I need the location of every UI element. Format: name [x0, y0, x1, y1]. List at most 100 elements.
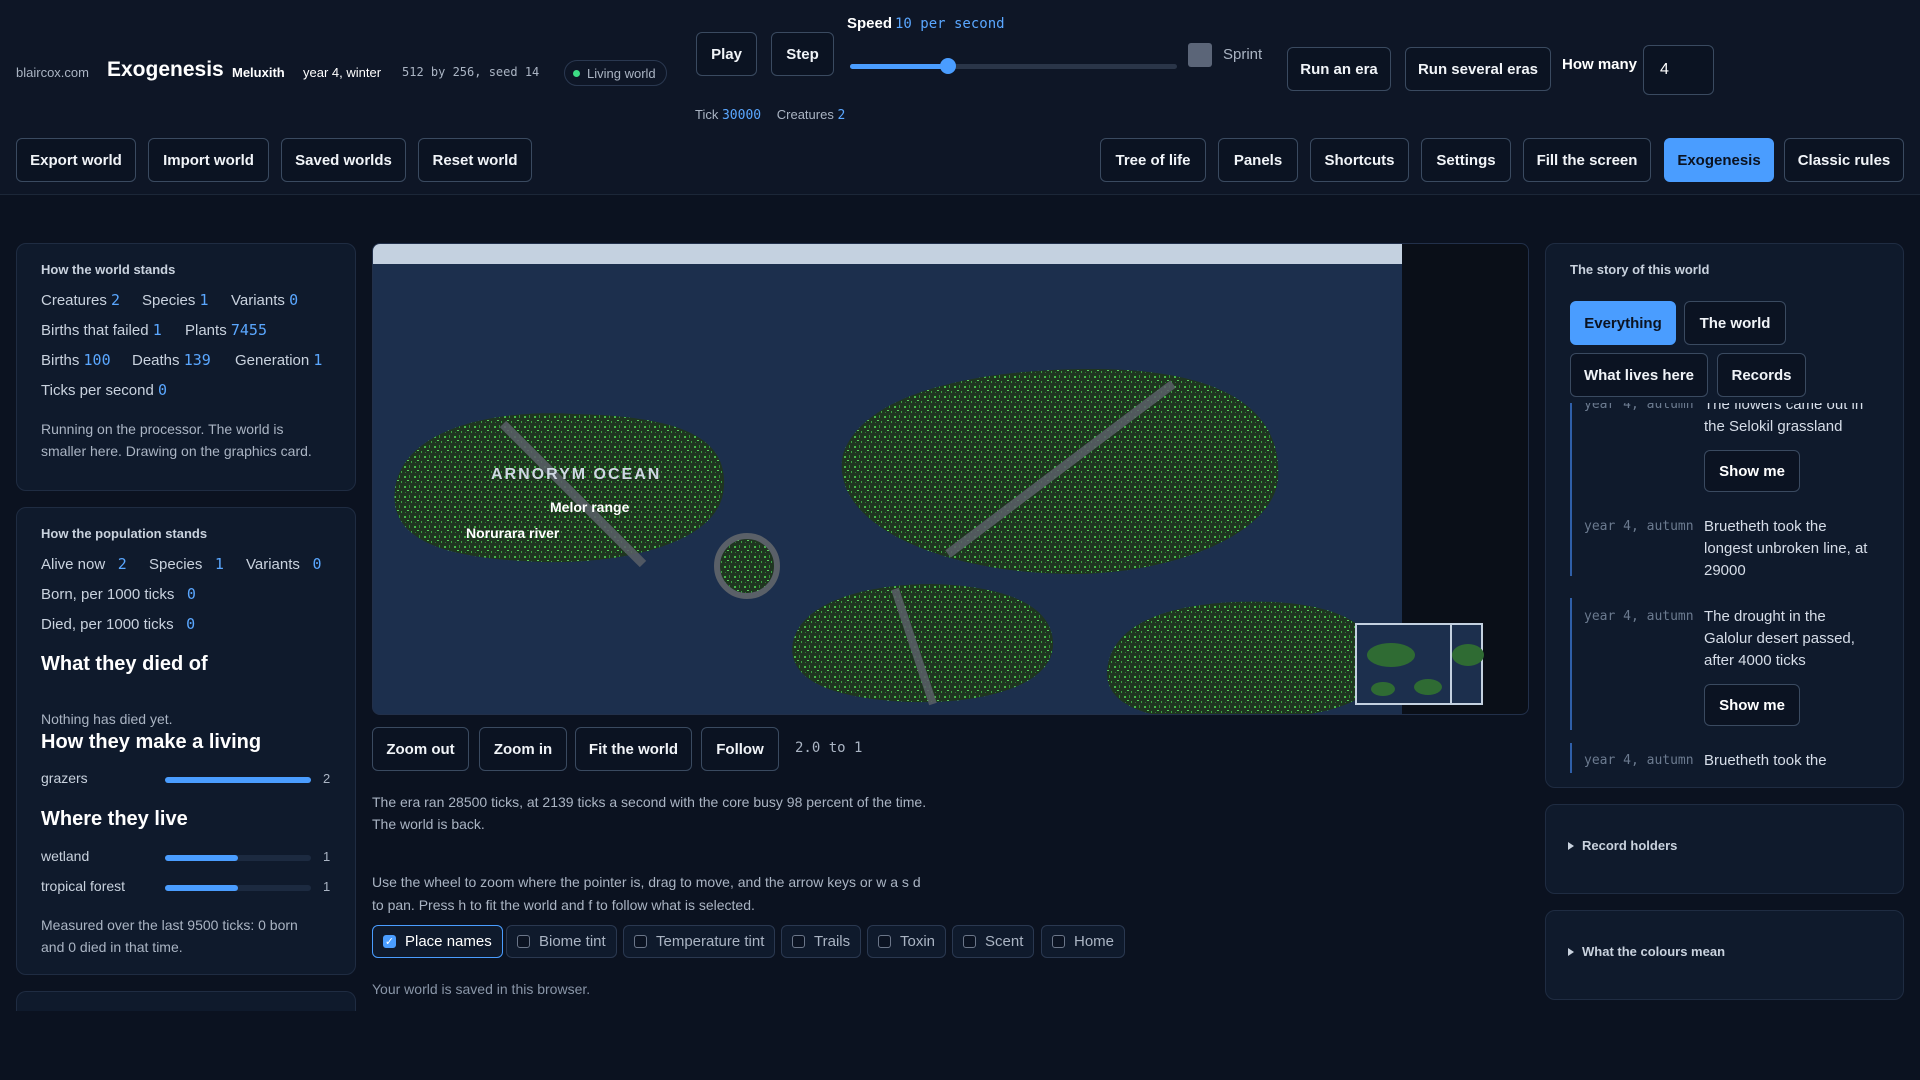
run-several-eras-button[interactable]: Run several eras: [1405, 47, 1551, 91]
settings-button[interactable]: Settings: [1421, 138, 1511, 182]
stat-variants: Variants 0: [231, 291, 299, 309]
exogenesis-rules-button[interactable]: Exogenesis: [1664, 138, 1774, 182]
population-panel: How the population stands Alive now 2 Sp…: [16, 507, 356, 975]
checkbox-icon[interactable]: [517, 935, 530, 948]
ocean-label: ARNORYM OCEAN: [491, 466, 662, 483]
colours-legend-label: What the colours mean: [1582, 944, 1726, 959]
toggle-scent[interactable]: Scent: [952, 925, 1035, 958]
play-button[interactable]: Play: [696, 32, 757, 76]
step-button[interactable]: Step: [771, 32, 834, 76]
stat-born-rate: Born, per 1000 ticks 0: [41, 585, 196, 603]
status-dot-icon: [573, 69, 580, 77]
died-of-text: Nothing has died yet.: [41, 711, 173, 727]
toggle-place-names[interactable]: ✓ Place names: [372, 925, 503, 958]
timeline-bar: [1570, 403, 1572, 511]
story-panel-title: The story of this world: [1570, 262, 1710, 277]
show-me-button[interactable]: Show me: [1704, 684, 1800, 726]
island-northeast: [841, 369, 1279, 574]
next-panel-edge: [16, 991, 356, 1011]
fit-world-button[interactable]: Fit the world: [575, 727, 692, 771]
stat-births-failed: Births that failed 1: [41, 321, 162, 339]
follow-button[interactable]: Follow: [701, 727, 779, 771]
minimap[interactable]: [1355, 623, 1484, 705]
saved-status: Your world is saved in this browser.: [372, 981, 591, 997]
toggle-temperature-tint[interactable]: Temperature tint: [623, 925, 776, 958]
toggle-biome-tint[interactable]: Biome tint: [506, 925, 617, 958]
timeline-bar: [1570, 743, 1572, 773]
zoom-in-button[interactable]: Zoom in: [479, 727, 567, 771]
saved-worlds-button[interactable]: Saved worlds: [281, 138, 406, 182]
story-entry-text: The drought in the Galolur desert passed,…: [1704, 608, 1855, 669]
help-text-line2: to pan. Press h to fit the world and f t…: [372, 897, 755, 913]
stat-plants: Plants 7455: [185, 321, 267, 339]
world-panel-title: How the world stands: [41, 262, 176, 277]
story-entry-text: The flowers came out in the Selokil grass…: [1704, 403, 1864, 435]
living-world-label: Living world: [587, 65, 656, 81]
tree-of-life-button[interactable]: Tree of life: [1100, 138, 1206, 182]
sprint-checkbox[interactable]: [1188, 43, 1212, 67]
checkbox-checked-icon[interactable]: ✓: [383, 935, 396, 948]
story-timeline[interactable]: year 4, autumn The flowers came out in th…: [1546, 403, 1886, 773]
colours-legend-panel: What the colours mean: [1545, 910, 1904, 1000]
story-entry-date: year 4, autumn: [1584, 609, 1694, 624]
checkbox-icon[interactable]: [878, 935, 891, 948]
checkbox-icon[interactable]: [1052, 935, 1065, 948]
where-bar-count-tropical: 1: [323, 879, 331, 894]
story-entry-text: Bruetheth took the: [1704, 752, 1827, 769]
where-bar-fill-wetland: [165, 855, 238, 861]
season-label: year 4, winter: [303, 65, 382, 80]
speed-slider-thumb[interactable]: [940, 58, 957, 74]
stat-generation: Generation 1: [235, 351, 323, 369]
export-world-button[interactable]: Export world: [16, 138, 136, 182]
reset-world-button[interactable]: Reset world: [418, 138, 532, 182]
disclosure-triangle-icon: [1568, 841, 1574, 850]
island-west: [394, 413, 725, 568]
toggle-toxin[interactable]: Toxin: [867, 925, 947, 958]
living-bar-label: grazers: [41, 770, 88, 786]
record-holders-panel: Record holders: [1545, 804, 1904, 894]
mountain-range-label: Melor range: [550, 499, 630, 515]
zoom-out-button[interactable]: Zoom out: [372, 727, 469, 771]
checkbox-icon[interactable]: [963, 935, 976, 948]
how-many-input[interactable]: 4: [1643, 45, 1714, 95]
tab-what-lives-here[interactable]: What lives here: [1570, 353, 1708, 397]
tab-records[interactable]: Records: [1717, 353, 1806, 397]
story-entry-date: year 4, autumn: [1584, 753, 1694, 768]
where-bar-label-tropical: tropical forest: [41, 878, 126, 894]
tick-label: Tick: [695, 107, 719, 122]
died-of-heading: What they died of: [41, 653, 208, 675]
speed-slider-fill: [850, 64, 949, 69]
islet: [714, 533, 780, 599]
panels-button[interactable]: Panels: [1218, 138, 1298, 182]
tab-the-world[interactable]: The world: [1684, 301, 1786, 345]
toggle-trails[interactable]: Trails: [781, 925, 862, 958]
classic-rules-button[interactable]: Classic rules: [1784, 138, 1904, 182]
import-world-button[interactable]: Import world: [148, 138, 269, 182]
toggle-home[interactable]: Home: [1041, 925, 1126, 958]
living-heading: How they make a living: [41, 731, 262, 753]
stat-deaths: Deaths 139: [132, 351, 211, 369]
processor-note-line1: Running on the processor. The world is: [41, 421, 284, 437]
stat-species: Species 1: [142, 291, 209, 309]
shortcuts-button[interactable]: Shortcuts: [1310, 138, 1409, 182]
zoom-ratio: 2.0 to 1: [795, 740, 863, 756]
site-name[interactable]: blaircox.com: [16, 65, 89, 80]
living-world-badge: Living world: [564, 60, 667, 86]
colours-legend-toggle[interactable]: What the colours mean: [1568, 944, 1725, 959]
show-me-button[interactable]: Show me: [1704, 450, 1800, 492]
checkbox-icon[interactable]: [634, 935, 647, 948]
stat-births: Births 100: [41, 351, 111, 369]
top-header: blaircox.com Exogenesis Meluxith year 4,…: [0, 0, 1920, 195]
where-bar-fill-tropical: [165, 885, 238, 891]
creatures-value: 2: [837, 108, 846, 123]
app-title: Exogenesis: [107, 58, 224, 81]
checkbox-icon[interactable]: [792, 935, 805, 948]
timeline-bar: [1570, 598, 1572, 730]
run-era-button[interactable]: Run an era: [1287, 47, 1391, 91]
world-map-canvas[interactable]: ARNORYM OCEAN Melor range Norurara river: [372, 243, 1529, 715]
tab-everything[interactable]: Everything: [1570, 301, 1676, 345]
record-holders-toggle[interactable]: Record holders: [1568, 838, 1677, 853]
where-bar-label-wetland: wetland: [41, 848, 90, 864]
fill-screen-button[interactable]: Fill the screen: [1523, 138, 1651, 182]
era-report-line2: The world is back.: [372, 816, 485, 832]
